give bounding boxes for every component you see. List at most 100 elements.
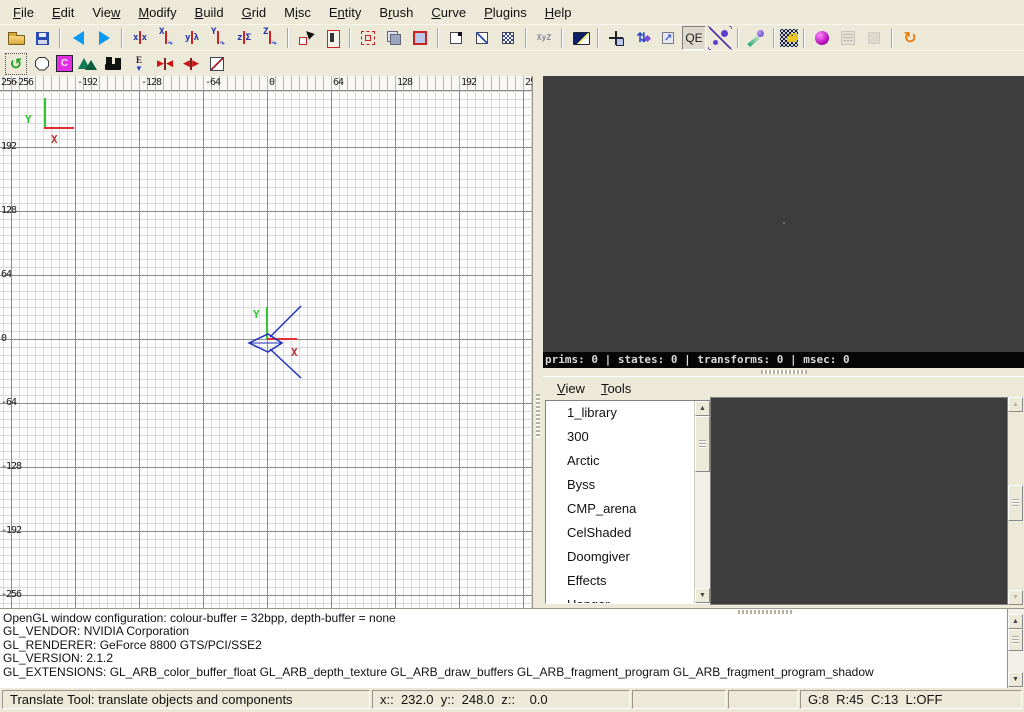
map-list[interactable]: 1_library300ArcticByssCMP_arenaCelShaded… xyxy=(545,400,711,604)
flip-y-button[interactable] xyxy=(180,26,204,50)
flip-x-button[interactable] xyxy=(128,26,152,50)
rotate-z-button[interactable] xyxy=(258,26,282,50)
select-inside-button[interactable] xyxy=(408,26,432,50)
inspector-panel: ViewTools 1_library300ArcticByssCMP_aren… xyxy=(543,376,1024,608)
cube-flat-button[interactable] xyxy=(470,26,494,50)
menu-edit[interactable]: Edit xyxy=(43,3,83,22)
nodraw-button[interactable] xyxy=(205,52,229,76)
toolbar-separator xyxy=(737,28,739,48)
plugin-refresh-button[interactable]: ↻ xyxy=(898,26,922,50)
menu-help[interactable]: Help xyxy=(536,3,581,22)
menu-entity[interactable]: Entity xyxy=(320,3,371,22)
camera-3d-view[interactable]: prims: 0 | states: 0 | transforms: 0 | m… xyxy=(543,76,1024,368)
ruler-label-x: -128 xyxy=(141,77,161,88)
scroll-down-button[interactable]: ▼ xyxy=(695,588,710,603)
toolbar-separator xyxy=(561,28,563,48)
entity-export-button[interactable] xyxy=(127,52,151,76)
cube-wireframe-button[interactable] xyxy=(444,26,468,50)
swap-views-button[interactable] xyxy=(382,26,406,50)
list-item-300[interactable]: 300 xyxy=(546,425,695,449)
list-item-byss[interactable]: Byss xyxy=(546,473,695,497)
camera-window-button[interactable] xyxy=(568,26,592,50)
list-item-doomgiver[interactable]: Doomgiver xyxy=(546,545,695,569)
ruler-label-y: 192 xyxy=(1,141,16,152)
menu-brush[interactable]: Brush xyxy=(370,3,422,22)
translate-mode-button[interactable] xyxy=(604,26,628,50)
scroll-up-button[interactable]: ▲ xyxy=(1008,397,1023,412)
clipper-button[interactable] xyxy=(744,26,768,50)
toolbar-separator xyxy=(773,28,775,48)
entity-list-button[interactable] xyxy=(836,26,860,50)
push-apart-button[interactable] xyxy=(179,52,203,76)
list-item-celshaded[interactable]: CelShaded xyxy=(546,521,695,545)
menu-grid[interactable]: Grid xyxy=(233,3,276,22)
rotate-mode-button[interactable]: ⇅ xyxy=(630,26,654,50)
scroll-down-button[interactable]: ▼ xyxy=(1008,590,1023,605)
vertical-splitter[interactable] xyxy=(533,76,543,608)
scroll-thumb[interactable] xyxy=(695,416,710,472)
menu-plugins[interactable]: Plugins xyxy=(475,3,536,22)
train-button[interactable] xyxy=(101,52,125,76)
save-button[interactable] xyxy=(30,26,54,50)
ruler-label-x: 0 xyxy=(269,77,274,88)
camera-icon[interactable]: Y X xyxy=(249,306,301,378)
ruler-label-x: 64 xyxy=(333,77,343,88)
map-list-scrollbar[interactable]: ▲ ▼ xyxy=(694,401,710,603)
redo-button[interactable] xyxy=(92,26,116,50)
panel-menu-tools[interactable]: Tools xyxy=(593,379,639,398)
menu-curve[interactable]: Curve xyxy=(422,3,475,22)
qe-select-button[interactable]: QE xyxy=(682,26,706,50)
panel-menu-view[interactable]: View xyxy=(549,379,593,398)
vertex-mode-button[interactable] xyxy=(708,26,732,50)
csg-merge-button[interactable] xyxy=(320,26,344,50)
grid-2d-view[interactable]: -256-192-128-64064128192256256192128640-… xyxy=(0,76,533,608)
undo-button[interactable] xyxy=(66,26,90,50)
menu-view[interactable]: View xyxy=(83,3,129,22)
model-refresh-button[interactable]: ↺ xyxy=(4,52,28,76)
status-coordinates: x:: 232.0 y:: 248.0 z:: 0.0 xyxy=(372,690,630,709)
rotate-x-button[interactable] xyxy=(154,26,178,50)
plugins-toolbar: ↺C xyxy=(0,50,1024,76)
toolbar-separator xyxy=(803,28,805,48)
light-button[interactable] xyxy=(810,26,834,50)
toolbar-separator xyxy=(525,28,527,48)
polygon-button[interactable] xyxy=(30,52,54,76)
axis-y-label: Y xyxy=(25,113,32,126)
console-scrollbar[interactable]: ▲ ▼ xyxy=(1007,609,1024,688)
models-button[interactable] xyxy=(75,52,99,76)
list-item-1_library[interactable]: 1_library xyxy=(546,401,695,425)
select-touching-button[interactable] xyxy=(356,26,380,50)
ruler-label-x: 256 xyxy=(525,77,533,88)
map-info-button[interactable] xyxy=(862,26,886,50)
status-empty-1 xyxy=(632,690,726,709)
texture-scrollbar[interactable]: ▲ ▼ xyxy=(1008,397,1024,605)
scroll-thumb[interactable] xyxy=(1008,629,1023,651)
ruler-label-y: 64 xyxy=(1,269,11,280)
caulk-button[interactable]: C xyxy=(56,55,73,72)
flip-z-button[interactable] xyxy=(232,26,256,50)
menu-modify[interactable]: Modify xyxy=(129,3,185,22)
texture-view[interactable] xyxy=(710,397,1008,605)
open-button[interactable] xyxy=(4,26,28,50)
pull-together-button[interactable] xyxy=(153,52,177,76)
scroll-down-button[interactable]: ▼ xyxy=(1008,672,1023,687)
rotate-y-button[interactable] xyxy=(206,26,230,50)
scale-mode-button[interactable] xyxy=(656,26,680,50)
horizontal-splitter[interactable] xyxy=(543,368,1024,376)
menu-file[interactable]: File xyxy=(4,3,43,22)
menu-build[interactable]: Build xyxy=(186,3,233,22)
scroll-up-button[interactable]: ▲ xyxy=(1008,614,1023,629)
list-item-effects[interactable]: Effects xyxy=(546,569,695,593)
csg-subtract-button[interactable] xyxy=(294,26,318,50)
cube-textured-button[interactable] xyxy=(496,26,520,50)
scroll-up-button[interactable]: ▲ xyxy=(695,401,710,416)
list-item-cmp_arena[interactable]: CMP_arena xyxy=(546,497,695,521)
ruler-label-y: 0 xyxy=(1,333,6,344)
menu-misc[interactable]: Misc xyxy=(275,3,320,22)
grid-layout-button[interactable]: XyZ xyxy=(532,26,556,50)
ruler-label-y: 256 xyxy=(1,77,16,88)
texture-lock-button[interactable] xyxy=(780,29,798,47)
list-item-hangar[interactable]: Hangar xyxy=(546,593,695,604)
scroll-thumb[interactable] xyxy=(1008,485,1023,521)
list-item-arctic[interactable]: Arctic xyxy=(546,449,695,473)
